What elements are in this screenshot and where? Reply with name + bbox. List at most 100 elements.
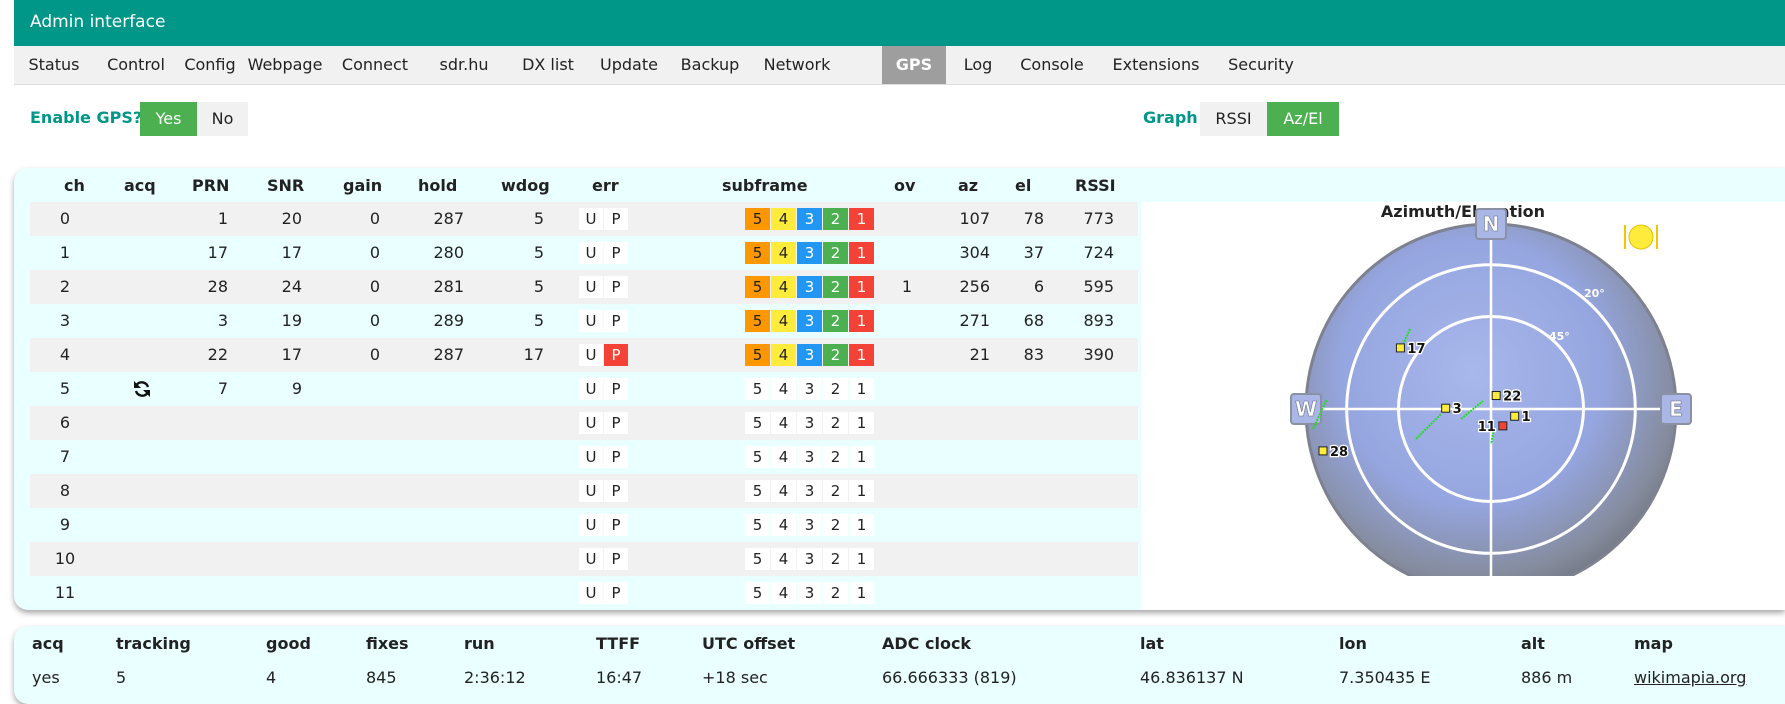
subframe-4-badge: 4 [771, 344, 796, 366]
cell-rssi: 773 [1083, 209, 1114, 228]
subframe-1-badge: 1 [849, 514, 874, 536]
app-header: Admin interface [14, 0, 1785, 46]
err-p-badge: P [604, 480, 628, 502]
cell-wdog [490, 542, 544, 576]
cell-ov [880, 542, 912, 576]
cell-wdog [490, 406, 544, 440]
nav-bar: Status Control Config Webpage Connect sdr.hu D… [14, 46, 1785, 85]
subframe-5-badge: 5 [745, 378, 770, 400]
cell-el [1000, 372, 1044, 406]
cell-az: 304 [959, 243, 990, 262]
subframe-1-badge: 1 [849, 378, 874, 400]
enable-gps-yes-button[interactable]: Yes [140, 102, 197, 136]
cell-ch: 6 [59, 413, 71, 432]
cell-ov [880, 202, 912, 236]
err-p-badge: P [604, 446, 628, 468]
table-row: 1 17 17 0 280 5 304 37 724 U P 5 4 3 2 1 [30, 236, 1138, 270]
cell-gain [324, 406, 380, 440]
stats-value-lat: 46.836137 N [1140, 668, 1244, 687]
cell-az: 21 [969, 345, 990, 364]
nav-tab-network[interactable]: Network [754, 46, 840, 84]
subframe-3-badge: 3 [797, 310, 822, 332]
cell-snr: 24 [281, 277, 302, 296]
subframe-3-badge: 3 [797, 242, 822, 264]
cell-el [1000, 576, 1044, 610]
cell-hold: 280 [433, 243, 464, 262]
stats-header-run: run [464, 634, 495, 653]
cell-el [1000, 542, 1044, 576]
cell-az [940, 576, 990, 610]
subframe-3-badge: 3 [797, 514, 822, 536]
stats-header-tracking: tracking [116, 634, 191, 653]
gps-stats-panel: acq yes tracking 5 good 4 fixes 845 run 2:36:12 TT… [14, 626, 1785, 704]
cell-az [940, 406, 990, 440]
table-row: 9 UP 54321 [30, 508, 1138, 542]
svg-text:E: E [1669, 397, 1683, 421]
cell-gain: 0 [369, 345, 380, 364]
cell-az: 256 [959, 277, 990, 296]
nav-tab-extensions[interactable]: Extensions [1097, 46, 1215, 84]
subframe-1-badge: 1 [849, 582, 874, 604]
cell-az [940, 372, 990, 406]
err-u-badge: U [579, 514, 603, 536]
err-u-badge: U [579, 276, 603, 298]
err-u-badge: U [579, 582, 603, 604]
subframe-4-badge: 4 [771, 514, 796, 536]
cell-el: 68 [1023, 311, 1044, 330]
cell-snr [242, 406, 302, 440]
svg-text:11: 11 [1478, 420, 1496, 435]
map-link[interactable]: wikimapia.org [1634, 668, 1746, 687]
cell-rssi [1058, 474, 1114, 508]
nav-tab-control[interactable]: Control [96, 46, 176, 84]
cell-snr [242, 474, 302, 508]
subframe-5-badge: 5 [745, 310, 770, 332]
cell-ov [880, 236, 912, 270]
ring-label: 45° [1549, 330, 1570, 343]
stats-value-run: 2:36:12 [464, 668, 526, 687]
subframe-2-badge: 2 [823, 344, 848, 366]
table-row: 0 1 20 0 287 5 107 78 773 U P 5 4 3 2 1 [30, 202, 1138, 236]
nav-tab-connect[interactable]: Connect [327, 46, 423, 84]
cell-hold: 289 [433, 311, 464, 330]
cell-snr: 9 [291, 379, 302, 398]
cell-ch: 10 [54, 549, 76, 568]
cell-az [940, 440, 990, 474]
graph-rssi-button[interactable]: RSSI [1200, 102, 1267, 136]
graph-azel-button[interactable]: Az/El [1267, 102, 1339, 136]
nav-tab-update[interactable]: Update [592, 46, 666, 84]
subframe-2-badge: 2 [823, 208, 848, 230]
cell-ov [880, 338, 912, 372]
subframe-3-badge: 3 [797, 412, 822, 434]
stats-value-adc-clock: 66.666333 (819) [882, 668, 1017, 687]
cell-gain [324, 542, 380, 576]
nav-tab-log[interactable]: Log [948, 46, 1008, 84]
subframe-1-badge: 1 [849, 276, 874, 298]
nav-tab-security[interactable]: Security [1217, 46, 1305, 84]
enable-gps-no-button[interactable]: No [197, 102, 248, 136]
table-row: 3 3 19 0 289 5 271 68 893 U P 5 4 3 2 1 [30, 304, 1138, 338]
nav-tab-console[interactable]: Console [1010, 46, 1094, 84]
nav-tab-backup[interactable]: Backup [668, 46, 752, 84]
nav-tab-config[interactable]: Config [178, 46, 242, 84]
cell-rssi: 893 [1083, 311, 1114, 330]
subframe-5-badge: 5 [745, 208, 770, 230]
cell-rssi: 595 [1083, 277, 1114, 296]
ring-label: 20° [1584, 287, 1605, 300]
subframe-5-badge: 5 [745, 480, 770, 502]
nav-tab-webpage[interactable]: Webpage [244, 46, 326, 84]
nav-tab-dx-list[interactable]: DX list [506, 46, 590, 84]
cell-wdog: 5 [533, 243, 544, 262]
nav-tab-status[interactable]: Status [14, 46, 94, 84]
cell-wdog [490, 372, 544, 406]
subframe-1-badge: 1 [849, 480, 874, 502]
subframe-4-badge: 4 [771, 582, 796, 604]
cell-snr [242, 542, 302, 576]
subframe-4-badge: 4 [771, 208, 796, 230]
subframe-2-badge: 2 [823, 412, 848, 434]
svg-text:28: 28 [1330, 445, 1348, 460]
cell-hold [404, 474, 464, 508]
cell-ov [880, 304, 912, 338]
nav-tab-gps[interactable]: GPS [882, 46, 946, 84]
nav-tab-sdr-hu[interactable]: sdr.hu [425, 46, 503, 84]
err-p-badge: P [604, 514, 628, 536]
